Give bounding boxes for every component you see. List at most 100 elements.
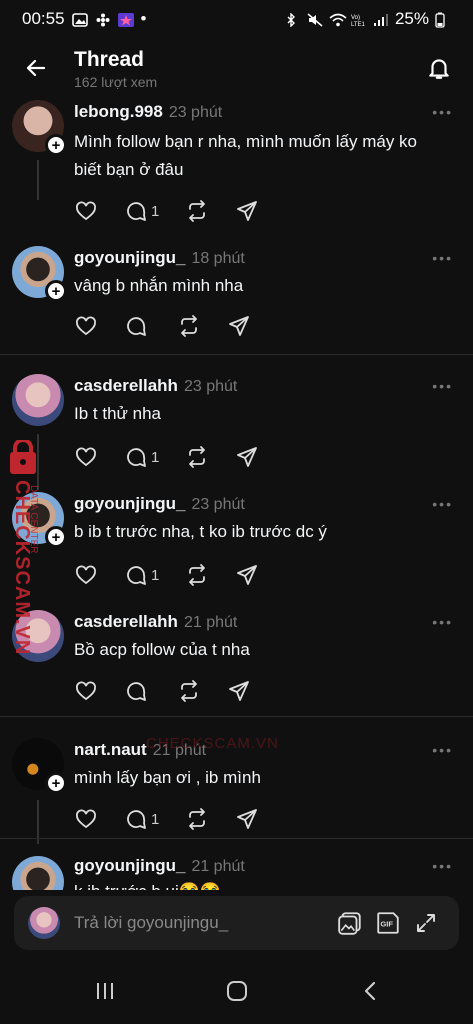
- more-options-icon[interactable]: •••: [432, 858, 453, 874]
- comment-button[interactable]: 1: [124, 198, 159, 224]
- reply-composer[interactable]: Trả lời goyounjingu_ GIF: [14, 896, 459, 950]
- reply-text: b ib t trước nha, t ko ib trước dc ý: [74, 522, 327, 541]
- flower-icon: [95, 12, 111, 27]
- watermark-center: CHECKSCAM.VN: [146, 735, 279, 752]
- heart-icon: [76, 316, 96, 336]
- back-nav-button[interactable]: [356, 978, 386, 1004]
- gallery-icon: [71, 12, 88, 27]
- share-button[interactable]: [235, 198, 259, 224]
- reply-username[interactable]: goyounjingu_ 23 phút: [74, 494, 245, 514]
- follow-plus-icon[interactable]: +: [45, 772, 67, 794]
- share-button[interactable]: [235, 806, 259, 832]
- reply-actions: 1: [74, 198, 285, 224]
- battery-text: 25%: [394, 9, 429, 28]
- send-icon: [237, 565, 258, 585]
- reply-input[interactable]: Trả lời goyounjingu_: [74, 913, 228, 933]
- like-button[interactable]: [74, 198, 98, 224]
- comment-icon: [127, 317, 146, 336]
- like-button[interactable]: [74, 444, 98, 470]
- share-button[interactable]: [235, 562, 259, 588]
- repost-button[interactable]: [177, 678, 201, 704]
- page-title: Thread: [74, 48, 145, 71]
- comment-icon: [127, 566, 146, 585]
- comment-button[interactable]: 1: [124, 444, 159, 470]
- comment-count: 1: [151, 202, 160, 220]
- more-options-icon[interactable]: •••: [432, 104, 453, 120]
- status-time: 00:55: [22, 9, 65, 28]
- share-button[interactable]: [227, 678, 251, 704]
- heart-icon: [76, 201, 96, 221]
- reply-username[interactable]: goyounjingu_ 21 phút: [74, 856, 245, 876]
- avatar[interactable]: [12, 374, 64, 426]
- comment-button[interactable]: [124, 678, 151, 704]
- repost-button[interactable]: [185, 806, 209, 832]
- divider: [0, 716, 473, 717]
- mute-icon: [307, 12, 323, 27]
- heart-icon: [76, 447, 96, 467]
- comment-button[interactable]: 1: [124, 806, 159, 832]
- comment-count: 1: [151, 448, 160, 466]
- repost-button[interactable]: [177, 313, 201, 339]
- avatar[interactable]: [12, 856, 64, 890]
- svg-text:GIF: GIF: [380, 919, 393, 928]
- gif-button[interactable]: GIF: [373, 908, 403, 938]
- home-button[interactable]: [222, 978, 252, 1004]
- follow-plus-icon[interactable]: +: [45, 134, 67, 156]
- repost-icon: [181, 315, 197, 337]
- comment-icon: [127, 682, 146, 701]
- replies-feed[interactable]: + lebong.998 23 phút ••• Mình follow bạn …: [0, 98, 473, 890]
- image-button[interactable]: [335, 908, 365, 938]
- reply-actions: [74, 313, 277, 339]
- send-icon: [237, 201, 258, 221]
- svg-text:Vo): Vo): [351, 15, 360, 21]
- divider: [0, 838, 473, 839]
- reply-username[interactable]: casderellahh 21 phút: [74, 612, 237, 632]
- heart-icon: [76, 809, 96, 829]
- follow-plus-icon[interactable]: +: [45, 280, 67, 302]
- repost-icon: [189, 200, 206, 222]
- repost-button[interactable]: [185, 198, 209, 224]
- send-icon: [237, 447, 258, 467]
- reply-actions: 1: [74, 562, 285, 588]
- battery-icon: [435, 12, 451, 28]
- share-button[interactable]: [227, 313, 251, 339]
- avatar: [28, 907, 60, 939]
- watermark-subtext: DATA CENTER: [28, 485, 39, 554]
- reply-actions: 1: [74, 444, 285, 470]
- repost-icon: [189, 808, 206, 830]
- more-options-icon[interactable]: •••: [432, 742, 453, 758]
- comment-button[interactable]: 1: [124, 562, 159, 588]
- send-icon: [229, 316, 249, 336]
- repost-button[interactable]: [185, 444, 209, 470]
- reply-username[interactable]: goyounjingu_ 18 phút: [74, 248, 245, 268]
- more-options-icon[interactable]: •••: [432, 378, 453, 394]
- like-button[interactable]: [74, 313, 98, 339]
- share-button[interactable]: [235, 444, 259, 470]
- reply-time: 18 phút: [191, 250, 245, 267]
- heart-icon: [76, 681, 96, 701]
- like-button[interactable]: [74, 806, 98, 832]
- back-button[interactable]: [20, 52, 52, 84]
- heart-icon: [76, 565, 96, 585]
- volte-icon: Vo) LTE1: [351, 12, 367, 28]
- comment-button[interactable]: [124, 313, 151, 339]
- reply-actions: 1: [74, 806, 285, 832]
- more-options-icon[interactable]: •••: [432, 614, 453, 630]
- like-button[interactable]: [74, 562, 98, 588]
- reply-text: vâng b nhắn mình nha: [74, 276, 244, 295]
- signal-icon: [373, 12, 389, 26]
- expand-button[interactable]: [411, 908, 441, 938]
- like-button[interactable]: [74, 678, 98, 704]
- repost-icon: [189, 446, 206, 468]
- reply-username[interactable]: casderellahh 23 phút: [74, 376, 237, 396]
- repost-icon: [181, 680, 197, 702]
- more-options-icon[interactable]: •••: [432, 250, 453, 266]
- notification-button[interactable]: [423, 52, 455, 84]
- view-count: 162 lượt xem: [74, 74, 158, 90]
- comment-icon: [127, 202, 146, 221]
- repost-button[interactable]: [185, 562, 209, 588]
- recent-apps-button[interactable]: [90, 978, 120, 1004]
- reply-time: 23 phút: [183, 378, 238, 395]
- more-options-icon[interactable]: •••: [432, 496, 453, 512]
- reply-username[interactable]: lebong.998 23 phút: [74, 102, 222, 122]
